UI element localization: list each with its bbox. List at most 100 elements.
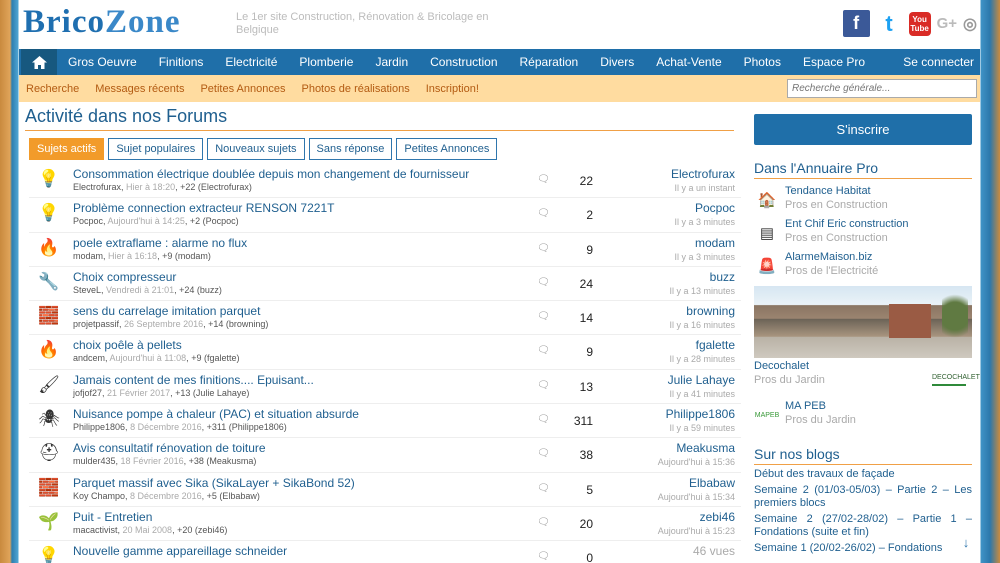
nav-item-divers[interactable]: Divers <box>589 49 645 75</box>
thread-row[interactable]: 🔥 poele extraflame : alarme no flux modam,… <box>29 233 741 267</box>
thread-title[interactable]: Choix compresseur <box>73 270 176 284</box>
last-poster[interactable]: browning <box>686 304 735 318</box>
thread-author[interactable]: mulder435 <box>73 456 116 466</box>
nav-item-electricite[interactable]: Electricité <box>214 49 288 75</box>
thread-meta: modam, Hier à 16:18, +9 (modam) <box>73 250 211 261</box>
last-poster[interactable]: 46 vues <box>693 544 735 558</box>
pro-name[interactable]: AlarmeMaison.biz <box>785 251 872 263</box>
thread-meta: Pocpoc, Aujourd'hui à 14:25, +2 (Pocpoc) <box>73 216 239 227</box>
last-poster[interactable]: Pocpoc <box>695 201 735 215</box>
last-poster[interactable]: Meakusma <box>676 441 735 455</box>
pro-name[interactable]: Ent Chif Eric construction <box>785 218 909 230</box>
thread-author[interactable]: andcem <box>73 353 105 363</box>
login-link[interactable]: Se connecter <box>903 55 974 69</box>
nav-item-plomberie[interactable]: Plomberie <box>288 49 364 75</box>
thread-author[interactable]: Electrofurax <box>73 182 121 192</box>
global-search-input[interactable] <box>787 79 977 98</box>
nav-item-construction[interactable]: Construction <box>419 49 508 75</box>
thread-author[interactable]: Koy Champo <box>73 491 125 501</box>
subnav-recherche[interactable]: Recherche <box>19 83 87 95</box>
nav-item-achat-vente[interactable]: Achat-Vente <box>645 49 732 75</box>
blog-link[interactable]: Semaine 2 (01/03-05/03) – Partie 2 – Les… <box>754 484 972 510</box>
last-poster[interactable]: Electrofurax <box>671 167 735 181</box>
tab-sujets-actifs[interactable]: Sujets actifs <box>29 138 105 160</box>
thread-row[interactable]: 🌱 Puit - Entretien macactivist, 20 Mai 200… <box>29 507 741 542</box>
facebook-icon[interactable]: f <box>842 10 870 37</box>
thread-row[interactable]: 🕷 Nuisance pompe à chaleur (PAC) et situa… <box>29 404 741 439</box>
comment-bubble-icon: 🗨 <box>537 174 550 185</box>
pro-name[interactable]: Tendance Habitat <box>785 185 871 197</box>
thread-title[interactable]: Consommation électrique doublée depuis m… <box>73 167 469 181</box>
thread-author[interactable]: Pocpoc <box>73 216 103 226</box>
pro-item[interactable]: 🏠 Tendance Habitat Pros en Construction <box>754 185 972 218</box>
thread-title[interactable]: Problème connection extracteur RENSON 72… <box>73 201 334 215</box>
thread-title[interactable]: Puit - Entretien <box>73 510 152 524</box>
tab-sans-reponse[interactable]: Sans réponse <box>308 138 393 160</box>
nav-item-reparation[interactable]: Réparation <box>509 49 590 75</box>
last-poster[interactable]: buzz <box>710 270 735 284</box>
thread-title[interactable]: choix poêle à pellets <box>73 338 182 352</box>
scroll-down-icon[interactable]: ↓ <box>956 535 976 555</box>
thread-row[interactable]: 🔥 choix poêle à pellets andcem, Aujourd'hu… <box>29 335 741 370</box>
subnav-inscription[interactable]: Inscription! <box>418 83 487 95</box>
thread-author[interactable]: SteveL <box>73 285 101 295</box>
thread-author[interactable]: projetpassif <box>73 319 119 329</box>
thread-title[interactable]: sens du carrelage imitation parquet <box>73 304 260 318</box>
last-poster[interactable]: Elbabaw <box>689 476 735 490</box>
thread-author[interactable]: Philippe1806 <box>73 422 125 432</box>
thread-row[interactable]: 🧱 sens du carrelage imitation parquet proj… <box>29 301 741 336</box>
nav-item-jardin[interactable]: Jardin <box>364 49 419 75</box>
pro-item[interactable]: ▤ Ent Chif Eric construction Pros en Con… <box>754 218 972 251</box>
thread-title[interactable]: Parquet massif avec Sika (SikaLayer + Si… <box>73 476 355 490</box>
nav-item-finitions[interactable]: Finitions <box>148 49 215 75</box>
featured-pro-photo[interactable] <box>754 286 972 358</box>
thread-meta: Philippe1806, 8 Décembre 2016, +311 (Phi… <box>73 422 287 433</box>
thread-author[interactable]: modam <box>73 251 103 261</box>
twitter-icon[interactable]: t <box>876 10 903 37</box>
thread-row[interactable]: 💡 Nouvelle gamme appareillage schneider 🗨 0… <box>29 541 741 563</box>
home-icon[interactable] <box>21 49 57 75</box>
tab-petites-annonces[interactable]: Petites Annonces <box>396 138 498 160</box>
thread-category-icon: 🌱 <box>38 511 60 531</box>
subnav-messages-recents[interactable]: Messages récents <box>87 83 192 95</box>
thread-row[interactable]: ⛑ Avis consultatif rénovation de toiture m… <box>29 438 741 473</box>
pro-name[interactable]: MA PEB <box>785 400 826 412</box>
thread-row[interactable]: 🧱 Parquet massif avec Sika (SikaLayer + S… <box>29 473 741 507</box>
nav-item-espace-pro[interactable]: Espace Pro <box>792 49 876 75</box>
thread-row[interactable]: 💡 Consommation électrique doublée depuis … <box>29 164 741 199</box>
blog-link[interactable]: Semaine 2 (27/02-28/02) – Partie 1 – Fon… <box>754 513 972 539</box>
thread-author[interactable]: jofjof27 <box>73 388 102 398</box>
signup-button[interactable]: S'inscrire <box>754 114 972 145</box>
tab-sujet-populaires[interactable]: Sujet populaires <box>108 138 204 160</box>
thread-row[interactable]: 🖌 Jamais content de mes finitions.... Epu… <box>29 370 741 405</box>
thread-title[interactable]: Nuisance pompe à chaleur (PAC) et situat… <box>73 407 359 421</box>
featured-pro[interactable]: Decochalet Pros du Jardin DECOCHALET <box>754 358 980 400</box>
site-logo[interactable]: BricoZone <box>23 4 181 41</box>
blog-link[interactable]: Début des travaux de façade <box>754 468 972 481</box>
blog-link[interactable]: Semaine 1 (20/02-26/02) – Fondations <box>754 542 972 555</box>
last-poster[interactable]: Julie Lahaye <box>668 373 735 387</box>
youtube-icon[interactable]: You Tube <box>908 11 931 36</box>
pro-name[interactable]: Decochalet <box>754 360 809 372</box>
thread-category-icon: 🧱 <box>38 306 60 326</box>
thread-author[interactable]: macactivist <box>73 525 118 535</box>
last-poster[interactable]: fgalette <box>696 338 735 352</box>
thread-title[interactable]: Jamais content de mes finitions.... Epui… <box>73 373 314 387</box>
subnav-petites-annonces[interactable]: Petites Annonces <box>192 83 293 95</box>
thread-row[interactable]: 💡 Problème connection extracteur RENSON 7… <box>29 198 741 233</box>
pro-item[interactable]: MAPEB MA PEB Pros du Jardin <box>754 400 972 433</box>
thread-title[interactable]: Nouvelle gamme appareillage schneider <box>73 544 287 558</box>
pro-item[interactable]: 🚨 AlarmeMaison.biz Pros de l'Electricité <box>754 251 972 284</box>
thread-title[interactable]: Avis consultatif rénovation de toiture <box>73 441 266 455</box>
tab-nouveaux-sujets[interactable]: Nouveaux sujets <box>207 138 305 160</box>
last-poster[interactable]: zebi46 <box>700 510 735 524</box>
nav-item-gros-oeuvre[interactable]: Gros Oeuvre <box>57 49 148 75</box>
last-poster[interactable]: Philippe1806 <box>666 407 735 421</box>
google-plus-icon[interactable]: G+ <box>937 10 957 37</box>
nav-item-photos[interactable]: Photos <box>733 49 792 75</box>
instagram-icon[interactable]: ◎ <box>963 10 977 37</box>
subnav-photos-realisations[interactable]: Photos de réalisations <box>293 83 417 95</box>
thread-title[interactable]: poele extraflame : alarme no flux <box>73 236 247 250</box>
thread-row[interactable]: 🔧 Choix compresseur SteveL, Vendredi à 21:… <box>29 267 741 302</box>
last-poster[interactable]: modam <box>695 236 735 250</box>
